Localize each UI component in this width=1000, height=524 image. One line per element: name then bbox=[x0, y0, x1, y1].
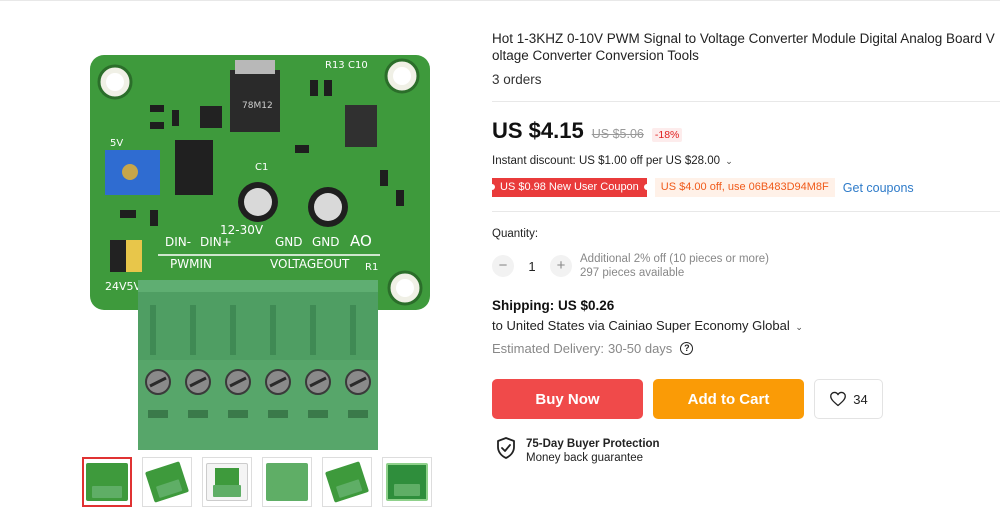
svg-text:C10: C10 bbox=[348, 60, 368, 71]
discount-badge: -18% bbox=[651, 128, 683, 142]
price-row: US $4.15 US $5.06 -18% bbox=[492, 118, 683, 144]
product-title: Hot 1-3KHZ 0-10V PWM Signal to Voltage C… bbox=[492, 31, 995, 63]
divider bbox=[492, 101, 1000, 102]
original-price: US $5.06 bbox=[591, 127, 644, 141]
potentiometer bbox=[105, 150, 160, 195]
question-circle-icon[interactable]: ? bbox=[680, 342, 694, 355]
buy-now-button[interactable]: Buy Now bbox=[492, 379, 643, 419]
thumbnail-4[interactable] bbox=[262, 457, 312, 507]
heart-icon bbox=[830, 391, 847, 407]
add-to-cart-button[interactable]: Add to Cart bbox=[653, 379, 804, 419]
svg-text:78M12: 78M12 bbox=[242, 101, 273, 111]
quantity-stepper: − 1 + Additional 2% off (10 pieces or mo… bbox=[492, 252, 769, 280]
svg-text:12-30V: 12-30V bbox=[220, 223, 264, 237]
product-info: Hot 1-3KHZ 0-10V PWM Signal to Voltage C… bbox=[492, 30, 1000, 87]
svg-text:R13: R13 bbox=[325, 60, 345, 71]
main-product-image[interactable]: 78M12 DIN- DIN+ 12-30V GND GND AO PWMIN … bbox=[80, 50, 440, 450]
thumbnail-5[interactable] bbox=[322, 457, 372, 507]
svg-text:DIN+: DIN+ bbox=[200, 235, 232, 249]
inductor bbox=[345, 105, 377, 147]
ic-small bbox=[200, 106, 222, 128]
purchase-actions: Buy Now Add to Cart 34 bbox=[492, 379, 883, 419]
thumbnail-2[interactable] bbox=[142, 457, 192, 507]
wishlist-count: 34 bbox=[853, 391, 868, 407]
svg-text:C1: C1 bbox=[255, 162, 268, 173]
svg-text:AO: AO bbox=[350, 232, 372, 250]
chevron-down-icon: ⌄ bbox=[795, 322, 803, 332]
buyer-protection: 75-Day Buyer Protection Money back guara… bbox=[496, 437, 660, 465]
voltage-regulator: 78M12 bbox=[230, 60, 280, 132]
svg-text:PWMIN: PWMIN bbox=[170, 257, 212, 271]
protection-subtitle: Money back guarantee bbox=[526, 452, 643, 464]
estimated-delivery-value: 30-50 days bbox=[607, 341, 673, 356]
chevron-down-icon: ⌄ bbox=[725, 156, 733, 166]
instant-discount-text: Instant discount: US $1.00 off per US $2… bbox=[492, 155, 721, 167]
shipping-cost: Shipping: US $0.26 bbox=[492, 298, 615, 313]
jumper bbox=[110, 240, 142, 272]
quantity-value[interactable]: 1 bbox=[514, 259, 550, 274]
svg-text:5V: 5V bbox=[110, 138, 123, 149]
current-price: US $4.15 bbox=[492, 118, 584, 143]
estimated-delivery: Estimated Delivery: 30-50 days ? bbox=[492, 341, 694, 356]
terminal-block bbox=[138, 280, 378, 450]
svg-text:GND: GND bbox=[275, 235, 303, 249]
svg-text:GND: GND bbox=[312, 235, 340, 249]
ic-chip bbox=[175, 140, 213, 195]
shipping-destination-text: to United States via Cainiao Super Econo… bbox=[492, 318, 790, 333]
bulk-discount-text: Additional 2% off (10 pieces or more) bbox=[580, 253, 769, 265]
thumbnail-1[interactable] bbox=[82, 457, 132, 507]
top-divider bbox=[0, 0, 1000, 1]
instant-discount[interactable]: Instant discount: US $1.00 off per US $2… bbox=[492, 155, 733, 167]
thumbnail-3[interactable] bbox=[202, 457, 252, 507]
shipping-destination[interactable]: to United States via Cainiao Super Econo… bbox=[492, 318, 803, 333]
code-coupon[interactable]: US $4.00 off, use 06B483D94M8F bbox=[654, 178, 835, 197]
protection-title: 75-Day Buyer Protection bbox=[526, 438, 660, 450]
order-count: 3 orders bbox=[492, 72, 542, 87]
quantity-plus-button[interactable]: + bbox=[550, 255, 572, 277]
estimated-delivery-label: Estimated Delivery: bbox=[492, 341, 604, 356]
new-user-coupon[interactable]: US $0.98 New User Coupon bbox=[489, 178, 650, 197]
stock-available-text: 297 pieces available bbox=[580, 267, 685, 279]
quantity-label: Quantity: bbox=[492, 228, 539, 240]
svg-text:VOLTAGEOUT: VOLTAGEOUT bbox=[270, 257, 350, 271]
quantity-note: Additional 2% off (10 pieces or more) 29… bbox=[580, 252, 769, 280]
quantity-minus-button[interactable]: − bbox=[492, 255, 514, 277]
svg-text:DIN-: DIN- bbox=[165, 235, 191, 249]
divider bbox=[492, 211, 1000, 212]
coupon-row: US $0.98 New User Coupon US $4.00 off, u… bbox=[489, 178, 914, 197]
thumbnail-strip bbox=[82, 457, 432, 507]
wishlist-button[interactable]: 34 bbox=[814, 379, 883, 419]
product-gallery: 78M12 DIN- DIN+ 12-30V GND GND AO PWMIN … bbox=[60, 20, 460, 520]
svg-text:24V5V: 24V5V bbox=[105, 280, 142, 293]
get-coupons-link[interactable]: Get coupons bbox=[843, 181, 914, 195]
thumbnail-6[interactable] bbox=[382, 457, 432, 507]
svg-text:R1: R1 bbox=[365, 262, 378, 273]
shield-check-icon bbox=[497, 437, 515, 459]
